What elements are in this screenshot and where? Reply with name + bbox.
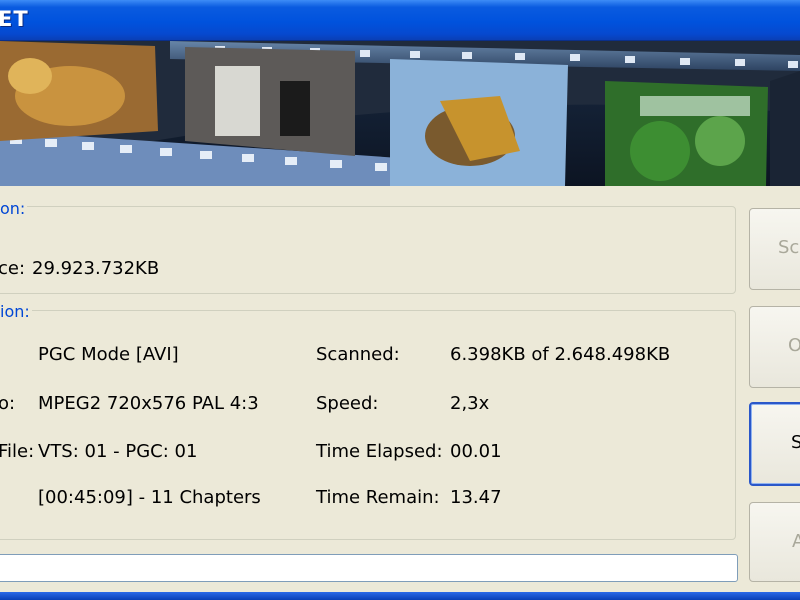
scan-button-label: Sc [778, 237, 800, 258]
video-label: o: [0, 393, 16, 414]
mode-value: PGC Mode [AVI] [38, 344, 179, 365]
source-group [0, 206, 736, 294]
stop-button-label: S [791, 432, 800, 453]
info-group-title: ion: [0, 302, 32, 321]
abort-button[interactable]: A [749, 502, 800, 582]
time-elapsed-label: Time Elapsed: [316, 441, 443, 462]
time-elapsed-value: 00.01 [450, 441, 502, 462]
file-value: VTS: 01 - PGC: 01 [38, 441, 198, 462]
abort-button-label: A [792, 531, 800, 552]
time-remain-value: 13.47 [450, 487, 502, 508]
main-content: on: ce: 29.923.732KB ion: PGC Mode [AVI]… [0, 186, 800, 600]
scan-button[interactable]: Sc [749, 208, 800, 290]
time-remain-label: Time Remain: [316, 487, 440, 508]
progress-bar [0, 554, 738, 582]
chapters-value: [00:45:09] - 11 Chapters [38, 487, 261, 508]
film-strip-image [0, 41, 800, 186]
video-value: MPEG2 720x576 PAL 4:3 [38, 393, 259, 414]
window-bottom-border [0, 592, 800, 600]
speed-value: 2,3x [450, 393, 490, 414]
scanned-value: 6.398KB of 2.648.498KB [450, 344, 671, 365]
stop-button[interactable]: S [749, 402, 800, 486]
source-size-label: ce: [0, 258, 26, 279]
source-size-value: 29.923.732KB [32, 258, 160, 279]
film-strip-banner [0, 41, 800, 186]
file-label: File: [0, 441, 35, 462]
options-button-label: O [788, 335, 800, 356]
source-group-title: on: [0, 199, 28, 218]
speed-label: Speed: [316, 393, 379, 414]
title-bar: ET [0, 0, 800, 41]
scanned-label: Scanned: [316, 344, 400, 365]
window-title: ET [0, 7, 29, 31]
options-button[interactable]: O [749, 306, 800, 388]
